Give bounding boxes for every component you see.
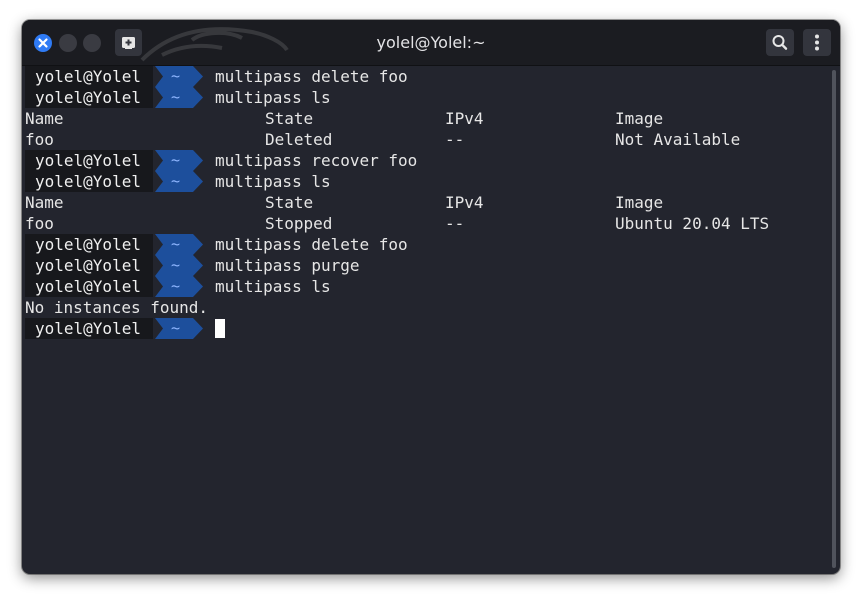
prompt-user-segment: yolel@Yolel [25, 255, 153, 276]
terminal-window: yolel@Yolel:~ yolel@Yolel ~ multipass dele… [22, 20, 840, 574]
prompt-user-segment: yolel@Yolel [25, 318, 153, 339]
prompt-user-segment: yolel@Yolel [25, 66, 153, 87]
table-row: foo Deleted -- Not Available [25, 129, 825, 150]
table-cell: IPv4 [445, 193, 484, 212]
search-button[interactable] [766, 29, 794, 56]
prompt-line: yolel@Yolel ~ multipass delete foo [25, 66, 825, 87]
prompt-line: yolel@Yolel ~ multipass ls [25, 87, 825, 108]
prompt-dir: ~ [171, 67, 181, 85]
prompt-dir: ~ [171, 172, 181, 190]
scrollbar[interactable] [832, 70, 836, 568]
prompt-dir: ~ [171, 277, 181, 295]
current-prompt-line: yolel@Yolel ~ [25, 318, 825, 339]
prompt-line: yolel@Yolel ~ multipass purge [25, 255, 825, 276]
kebab-menu-icon [815, 34, 819, 51]
table-cell: -- [445, 130, 465, 149]
prompt-dir: ~ [171, 235, 181, 253]
table-cell: foo [25, 130, 54, 149]
table-cell: Ubuntu 20.04 LTS [615, 214, 770, 233]
prompt-user-segment: yolel@Yolel [25, 276, 153, 297]
prompt-line: yolel@Yolel ~ multipass ls [25, 276, 825, 297]
prompt-dir: ~ [171, 151, 181, 169]
command-text: multipass ls [215, 277, 331, 296]
prompt-line: yolel@Yolel ~ multipass delete foo [25, 234, 825, 255]
prompt-user: yolel@Yolel [35, 151, 141, 170]
prompt-dir-segment: ~ [155, 66, 205, 87]
prompt-user-segment: yolel@Yolel [25, 171, 153, 192]
prompt-user: yolel@Yolel [35, 256, 141, 275]
prompt-dir-segment: ~ [155, 255, 205, 276]
prompt-dir-segment: ~ [155, 150, 205, 171]
prompt-dir: ~ [171, 88, 181, 106]
prompt-dir-segment: ~ [155, 87, 205, 108]
table-cell: Name [25, 109, 64, 128]
table-row: Name State IPv4 Image [25, 192, 825, 213]
prompt-user-segment: yolel@Yolel [25, 150, 153, 171]
table-cell: State [265, 193, 314, 212]
table-cell: Stopped [265, 214, 333, 233]
prompt-user: yolel@Yolel [35, 319, 141, 338]
table-cell: foo [25, 214, 54, 233]
command-text: multipass delete foo [215, 235, 408, 254]
table-cell: -- [445, 214, 465, 233]
command-text: multipass ls [215, 172, 331, 191]
prompt-user: yolel@Yolel [35, 235, 141, 254]
prompt-user: yolel@Yolel [35, 88, 141, 107]
table-cell: IPv4 [445, 109, 484, 128]
table-cell: Not Available [615, 130, 741, 149]
prompt-dir-segment: ~ [155, 276, 205, 297]
command-text: multipass purge [215, 256, 360, 275]
command-text: multipass recover foo [215, 151, 418, 170]
table-cell: Name [25, 193, 64, 212]
terminal-output[interactable]: yolel@Yolel ~ multipass delete foo yolel@Yo… [22, 66, 828, 574]
prompt-user-segment: yolel@Yolel [25, 234, 153, 255]
prompt-dir-segment: ~ [155, 234, 205, 255]
prompt-user: yolel@Yolel [35, 67, 141, 86]
title-bar[interactable]: yolel@Yolel:~ [22, 20, 840, 66]
menu-button[interactable] [803, 29, 831, 56]
prompt-line: yolel@Yolel ~ multipass recover foo [25, 150, 825, 171]
prompt-dir-segment: ~ [155, 318, 205, 339]
table-cell: Deleted [265, 130, 333, 149]
prompt-user: yolel@Yolel [35, 172, 141, 191]
prompt-user: yolel@Yolel [35, 277, 141, 296]
prompt-user-segment: yolel@Yolel [25, 87, 153, 108]
table-cell: Image [615, 193, 664, 212]
prompt-dir: ~ [171, 256, 181, 274]
table-row: Name State IPv4 Image [25, 108, 825, 129]
command-text: multipass ls [215, 88, 331, 107]
command-text: multipass delete foo [215, 67, 408, 86]
window-title: yolel@Yolel:~ [376, 33, 486, 52]
table-cell: Image [615, 109, 664, 128]
table-row: foo Stopped -- Ubuntu 20.04 LTS [25, 213, 825, 234]
table-cell: State [265, 109, 314, 128]
prompt-dir: ~ [171, 319, 181, 337]
prompt-line: yolel@Yolel ~ multipass ls [25, 171, 825, 192]
text-cursor[interactable] [215, 319, 225, 338]
prompt-dir-segment: ~ [155, 171, 205, 192]
output-text: No instances found. [25, 298, 209, 317]
search-icon [772, 35, 788, 50]
